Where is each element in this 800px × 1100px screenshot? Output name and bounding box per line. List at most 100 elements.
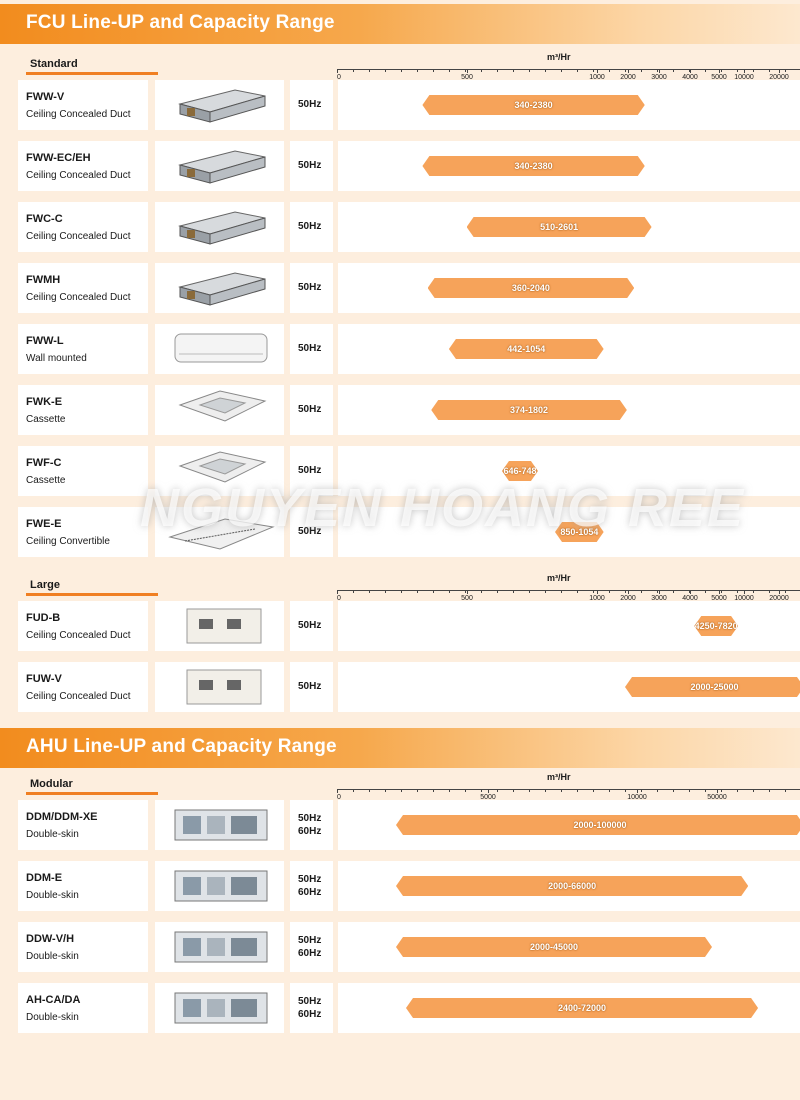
frequency-value: 60Hz (298, 826, 322, 837)
product-image-cell (155, 324, 284, 374)
axis-minor-tick (497, 590, 498, 593)
model-name: AH-CA/DA (26, 994, 81, 1006)
axis-minor-tick (593, 789, 594, 792)
axis-minor-tick (561, 590, 562, 593)
axis-minor-tick (609, 590, 610, 593)
frequency-value: 50Hz (298, 465, 322, 476)
product-row: FWW-EC/EH Ceiling Concealed Duct 50Hz 340-2… (0, 141, 800, 191)
ahu-unit-icon (165, 985, 275, 1036)
capacity-cell: 4250-7820 (338, 601, 800, 651)
product-type: Ceiling Concealed Duct (26, 630, 131, 641)
product-image-cell (155, 922, 284, 972)
model-name: FWW-EC/EH (26, 152, 91, 164)
capacity-cell: 2000-25000 (338, 662, 800, 712)
axis-line (337, 69, 800, 70)
frequency-label: 50Hz (298, 464, 321, 477)
capacity-range-bar: 510-2601 (467, 217, 652, 237)
capacity-cell: 340-2380 (338, 80, 800, 130)
axis-tick (337, 789, 338, 793)
capacity-range-bar: 340-2380 (422, 95, 644, 115)
axis-tick (779, 69, 780, 73)
frequency-label: 50Hz 60Hz (298, 812, 321, 838)
axis-minor-tick (369, 789, 370, 792)
product-type: Wall mounted (26, 353, 87, 364)
product-image-cell (155, 662, 284, 712)
frequency-cell: 50Hz 60Hz (290, 861, 333, 911)
axis-tick (659, 69, 660, 73)
capacity-cell: 442-1054 (338, 324, 800, 374)
frequency-cell: 50Hz 60Hz (290, 800, 333, 850)
axis-minor-tick (785, 789, 786, 792)
frequency-value: 60Hz (298, 1009, 322, 1020)
capacity-range-bar: 360-2040 (428, 278, 635, 298)
frequency-label: 50Hz (298, 220, 321, 233)
capacity-range-bar: 2400-72000 (406, 998, 758, 1018)
frequency-cell: 50Hz (290, 80, 333, 130)
product-name-cell: FWW-V Ceiling Concealed Duct (18, 80, 148, 130)
axis-minor-tick (513, 789, 514, 792)
model-name: DDW-V/H (26, 933, 75, 945)
model-name: DDM/DDM-XE (26, 811, 98, 823)
axis-minor-tick (625, 69, 626, 72)
axis-minor-tick (737, 789, 738, 792)
product-type: Ceiling Concealed Duct (26, 231, 131, 242)
ahu-unit-icon (165, 924, 275, 975)
axis-minor-tick (449, 69, 450, 72)
model-name: FUD-B (26, 612, 61, 624)
duct-unit-icon (165, 265, 275, 316)
duct-unit-icon (165, 143, 275, 194)
axis-minor-tick (673, 789, 674, 792)
cassette-unit-icon (165, 387, 275, 438)
frequency-value: 50Hz (298, 996, 322, 1007)
frequency-cell: 50Hz 60Hz (290, 922, 333, 972)
capacity-cell: 374-1802 (338, 385, 800, 435)
axis-minor-tick (769, 789, 770, 792)
duct-unit-icon (165, 204, 275, 255)
product-name-cell: AH-CA/DA Double-skin (18, 983, 148, 1033)
axis-minor-tick (641, 69, 642, 72)
model-name: FWW-L (26, 335, 64, 347)
axis-minor-tick (705, 69, 706, 72)
ahu-banner: AHU Line-UP and Capacity Range (0, 728, 800, 768)
axis-minor-tick (689, 789, 690, 792)
axis-minor-tick (753, 590, 754, 593)
frequency-value: 50Hz (298, 160, 322, 171)
axis-minor-tick (737, 69, 738, 72)
model-name: FWE-E (26, 518, 62, 530)
frequency-value: 50Hz (298, 874, 322, 885)
product-row: DDM-E Double-skin 50Hz 60Hz 2000-66000 (0, 861, 800, 911)
axis-minor-tick (353, 590, 354, 593)
frequency-value: 50Hz (298, 404, 322, 415)
axis-minor-tick (769, 590, 770, 593)
product-image-cell (155, 983, 284, 1033)
axis-minor-tick (657, 789, 658, 792)
frequency-value: 60Hz (298, 948, 322, 959)
wall-unit-icon (165, 326, 275, 377)
product-image-cell (155, 385, 284, 435)
frequency-label: 50Hz (298, 281, 321, 294)
product-image-cell (155, 861, 284, 911)
axis-minor-tick (497, 789, 498, 792)
product-row: DDW-V/H Double-skin 50Hz 60Hz 2000-45000 (0, 922, 800, 972)
capacity-range-bar: 374-1802 (431, 400, 627, 420)
axis-minor-tick (785, 590, 786, 593)
frequency-label: 50Hz 60Hz (298, 934, 321, 960)
fcu-banner: FCU Line-UP and Capacity Range (0, 4, 800, 44)
frequency-cell: 50Hz (290, 662, 333, 712)
standard-label: Standard (26, 58, 158, 75)
product-type: Ceiling Concealed Duct (26, 109, 131, 120)
capacity-range-bar: 442-1054 (449, 339, 604, 359)
axis-minor-tick (641, 789, 642, 792)
product-type: Cassette (26, 414, 66, 425)
axis-minor-tick (369, 69, 370, 72)
axis-minor-tick (433, 590, 434, 593)
axis-minor-tick (721, 590, 722, 593)
ahu-unit-icon (165, 863, 275, 914)
axis-minor-tick (369, 590, 370, 593)
axis-minor-tick (625, 789, 626, 792)
axis-unit: m³/Hr (547, 573, 571, 583)
capacity-cell: 510-2601 (338, 202, 800, 252)
product-name-cell: FWF-C Cassette (18, 446, 148, 496)
axis-minor-tick (513, 590, 514, 593)
axis-minor-tick (417, 789, 418, 792)
